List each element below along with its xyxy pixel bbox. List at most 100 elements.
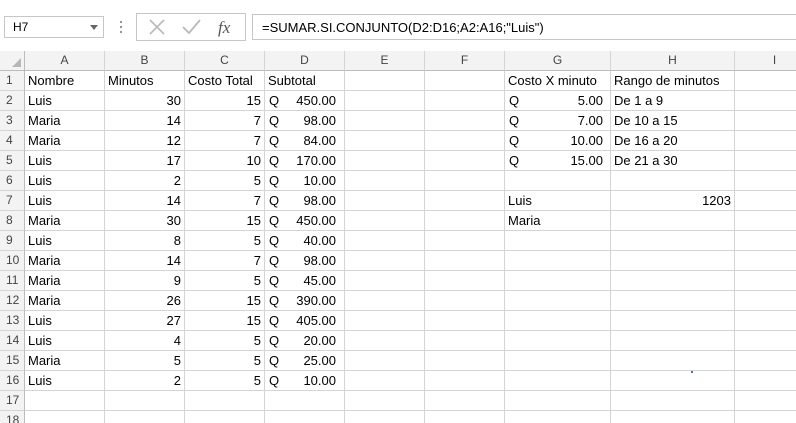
cell-h3[interactable]: De 10 a 15 [611, 111, 735, 131]
row-header-18[interactable]: 18 [0, 411, 25, 423]
cell-c7[interactable]: 7 [185, 191, 265, 211]
cell-c6[interactable]: 5 [185, 171, 265, 191]
cell-b1[interactable]: Minutos [105, 71, 185, 91]
cell-e1[interactable] [345, 71, 425, 91]
cell-i5[interactable] [735, 151, 796, 171]
cell-g6[interactable] [505, 171, 611, 191]
cell-d6[interactable]: Q 10.00 [265, 171, 345, 191]
cell-h18[interactable] [611, 411, 735, 423]
cell-a13[interactable]: Luis [25, 311, 105, 331]
row-header-15[interactable]: 15 [0, 351, 25, 371]
cell-e10[interactable] [345, 251, 425, 271]
cell-g12[interactable] [505, 291, 611, 311]
cell-f2[interactable] [425, 91, 505, 111]
cell-e16[interactable] [345, 371, 425, 391]
cell-b8[interactable]: 30 [105, 211, 185, 231]
cell-d10[interactable]: Q 98.00 [265, 251, 345, 271]
cell-c17[interactable] [185, 391, 265, 411]
cell-f12[interactable] [425, 291, 505, 311]
cell-e2[interactable] [345, 91, 425, 111]
cell-f5[interactable] [425, 151, 505, 171]
cell-c3[interactable]: 7 [185, 111, 265, 131]
cell-a12[interactable]: Maria [25, 291, 105, 311]
cell-h11[interactable] [611, 271, 735, 291]
cell-b12[interactable]: 26 [105, 291, 185, 311]
cell-b18[interactable] [105, 411, 185, 423]
row-header-7[interactable]: 7 [0, 191, 25, 211]
cell-a14[interactable]: Luis [25, 331, 105, 351]
cell-e6[interactable] [345, 171, 425, 191]
cell-h9[interactable] [611, 231, 735, 251]
select-all-button[interactable] [0, 51, 25, 71]
cell-c4[interactable]: 7 [185, 131, 265, 151]
cell-e3[interactable] [345, 111, 425, 131]
cell-f13[interactable] [425, 311, 505, 331]
enter-check-icon[interactable] [179, 17, 203, 37]
cell-f17[interactable] [425, 391, 505, 411]
cell-a4[interactable]: Maria [25, 131, 105, 151]
column-header-a[interactable]: A [25, 51, 105, 71]
row-header-5[interactable]: 5 [0, 151, 25, 171]
row-header-8[interactable]: 8 [0, 211, 25, 231]
cell-g15[interactable] [505, 351, 611, 371]
cell-g1[interactable]: Costo X minuto [505, 71, 611, 91]
cell-e18[interactable] [345, 411, 425, 423]
cell-a7[interactable]: Luis [25, 191, 105, 211]
cell-f11[interactable] [425, 271, 505, 291]
row-header-13[interactable]: 13 [0, 311, 25, 331]
cell-h12[interactable] [611, 291, 735, 311]
more-options-icon[interactable] [118, 20, 124, 34]
cell-h5[interactable]: De 21 a 30 [611, 151, 735, 171]
cell-b2[interactable]: 30 [105, 91, 185, 111]
cell-i13[interactable] [735, 311, 796, 331]
cell-h7[interactable]: 1203 [611, 191, 735, 211]
cell-b14[interactable]: 4 [105, 331, 185, 351]
cell-i8[interactable] [735, 211, 796, 231]
cell-f10[interactable] [425, 251, 505, 271]
cell-a15[interactable]: Maria [25, 351, 105, 371]
cell-d16[interactable]: Q 10.00 [265, 371, 345, 391]
cell-g10[interactable] [505, 251, 611, 271]
row-header-1[interactable]: 1 [0, 71, 25, 91]
cell-h4[interactable]: De 16 a 20 [611, 131, 735, 151]
cell-c1[interactable]: Costo Total [185, 71, 265, 91]
cell-b7[interactable]: 14 [105, 191, 185, 211]
cell-i14[interactable] [735, 331, 796, 351]
cell-i15[interactable] [735, 351, 796, 371]
cell-f1[interactable] [425, 71, 505, 91]
cell-f16[interactable] [425, 371, 505, 391]
cell-g5[interactable]: Q 15.00 [505, 151, 611, 171]
cell-d1[interactable]: Subtotal [265, 71, 345, 91]
cell-c5[interactable]: 10 [185, 151, 265, 171]
cell-e11[interactable] [345, 271, 425, 291]
cell-c18[interactable] [185, 411, 265, 423]
cell-h1[interactable]: Rango de minutos [611, 71, 735, 91]
cell-c12[interactable]: 15 [185, 291, 265, 311]
column-header-e[interactable]: E [345, 51, 425, 71]
cell-g3[interactable]: Q 7.00 [505, 111, 611, 131]
cell-b17[interactable] [105, 391, 185, 411]
cell-d15[interactable]: Q 25.00 [265, 351, 345, 371]
cell-f4[interactable] [425, 131, 505, 151]
cell-e5[interactable] [345, 151, 425, 171]
cell-f8[interactable] [425, 211, 505, 231]
cell-h13[interactable] [611, 311, 735, 331]
cell-i3[interactable] [735, 111, 796, 131]
cell-b15[interactable]: 5 [105, 351, 185, 371]
fx-icon[interactable]: fx [215, 17, 239, 37]
cell-g18[interactable] [505, 411, 611, 423]
cell-f14[interactable] [425, 331, 505, 351]
cell-d11[interactable]: Q 45.00 [265, 271, 345, 291]
cell-b9[interactable]: 8 [105, 231, 185, 251]
cell-g17[interactable] [505, 391, 611, 411]
cell-a16[interactable]: Luis [25, 371, 105, 391]
cell-c10[interactable]: 7 [185, 251, 265, 271]
cell-a10[interactable]: Maria [25, 251, 105, 271]
cell-c13[interactable]: 15 [185, 311, 265, 331]
cell-d4[interactable]: Q 84.00 [265, 131, 345, 151]
column-header-g[interactable]: G [505, 51, 611, 71]
cell-c2[interactable]: 15 [185, 91, 265, 111]
cell-i11[interactable] [735, 271, 796, 291]
cell-a3[interactable]: Maria [25, 111, 105, 131]
cell-i12[interactable] [735, 291, 796, 311]
